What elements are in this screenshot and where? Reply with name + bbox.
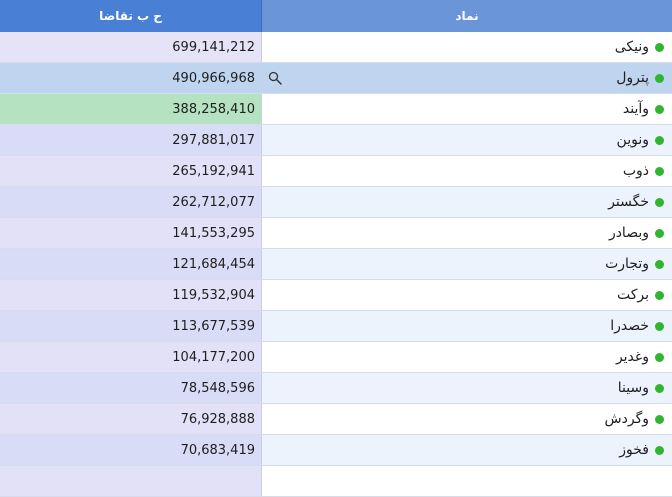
symbol-cell[interactable]: برکت <box>262 280 672 310</box>
symbol-label: پترول <box>616 70 649 86</box>
symbol-label: برکت <box>616 287 649 303</box>
symbol-label: وسینا <box>617 380 649 396</box>
data-table: ح ب تقاضا نماد 699,141,212 ونیکی 490,966… <box>0 0 672 497</box>
status-dot-icon <box>655 42 664 52</box>
symbol-cell[interactable]: خصدرا <box>262 311 672 341</box>
demand-value-cell: 265,192,941 <box>0 156 262 186</box>
symbol-cell[interactable]: وتجارت <box>262 249 672 279</box>
symbol-cell[interactable]: ذوب <box>262 156 672 186</box>
symbol-cell[interactable]: ونیکی <box>262 32 672 62</box>
symbol-cell[interactable]: وبصادر <box>262 218 672 248</box>
table-row[interactable]: 297,881,017 ونوین <box>0 125 672 156</box>
symbol-cell[interactable]: ونوین <box>262 125 672 155</box>
symbol-label: فخوز <box>619 442 649 458</box>
demand-value-cell: 70,683,419 <box>0 435 262 465</box>
table-row[interactable]: 113,677,539 خصدرا <box>0 311 672 342</box>
symbol-label: خصدرا <box>610 318 649 334</box>
table-row[interactable]: 121,684,454 وتجارت <box>0 249 672 280</box>
demand-value-cell: 490,966,968 <box>0 63 262 93</box>
status-dot-icon <box>655 414 664 424</box>
demand-value-cell: 113,677,539 <box>0 311 262 341</box>
demand-value-cell: 388,258,410 <box>0 94 262 124</box>
status-dot-icon <box>655 259 664 269</box>
demand-value-cell: 119,532,904 <box>0 280 262 310</box>
demand-value-cell: 104,177,200 <box>0 342 262 372</box>
table-row[interactable] <box>0 466 672 497</box>
column-header-symbol[interactable]: نماد <box>262 0 672 32</box>
table-body: 699,141,212 ونیکی 490,966,968 پترول 388,… <box>0 32 672 497</box>
symbol-label: ونوین <box>616 132 649 148</box>
symbol-cell[interactable]: وآیند <box>262 94 672 124</box>
symbol-label: وبصادر <box>608 225 649 241</box>
status-dot-icon <box>655 135 664 145</box>
table-row[interactable]: 265,192,941 ذوب <box>0 156 672 187</box>
table-header: ح ب تقاضا نماد <box>0 0 672 32</box>
symbol-label: وآیند <box>622 101 649 117</box>
symbol-label: وغدیر <box>615 349 649 365</box>
demand-value-cell: 121,684,454 <box>0 249 262 279</box>
status-dot-icon <box>655 290 664 300</box>
search-icon[interactable] <box>268 71 282 85</box>
table-row[interactable]: 104,177,200 وغدیر <box>0 342 672 373</box>
symbol-cell[interactable]: پترول <box>262 63 672 93</box>
symbol-label: خگستر <box>608 194 649 210</box>
table-row[interactable]: 388,258,410 وآیند <box>0 94 672 125</box>
demand-value-cell: 141,553,295 <box>0 218 262 248</box>
table-row[interactable]: 141,553,295 وبصادر <box>0 218 672 249</box>
symbol-label: ونیکی <box>614 39 649 55</box>
symbol-cell[interactable]: وغدیر <box>262 342 672 372</box>
symbol-cell[interactable]: خگستر <box>262 187 672 217</box>
status-dot-icon <box>655 73 664 83</box>
table-row[interactable]: 119,532,904 برکت <box>0 280 672 311</box>
demand-value-cell: 262,712,077 <box>0 187 262 217</box>
table-row[interactable]: 76,928,888 وگردش <box>0 404 672 435</box>
status-dot-icon <box>655 352 664 362</box>
demand-value-cell: 297,881,017 <box>0 125 262 155</box>
table-row[interactable]: 262,712,077 خگستر <box>0 187 672 218</box>
table-row[interactable]: 70,683,419 فخوز <box>0 435 672 466</box>
symbol-label: وتجارت <box>605 256 649 272</box>
demand-value-cell <box>0 466 262 496</box>
demand-value-cell: 76,928,888 <box>0 404 262 434</box>
symbol-cell[interactable]: وسینا <box>262 373 672 403</box>
status-dot-icon <box>655 228 664 238</box>
symbol-cell[interactable]: فخوز <box>262 435 672 465</box>
symbol-label: ذوب <box>622 163 649 179</box>
table-row[interactable]: 490,966,968 پترول <box>0 63 672 94</box>
status-dot-icon <box>655 383 664 393</box>
demand-value-cell: 699,141,212 <box>0 32 262 62</box>
column-header-demand-value[interactable]: ح ب تقاضا <box>0 0 262 32</box>
symbol-cell[interactable] <box>262 466 672 496</box>
status-dot-icon <box>655 166 664 176</box>
status-dot-icon <box>655 445 664 455</box>
symbol-label: وگردش <box>604 411 649 427</box>
status-dot-icon <box>655 104 664 114</box>
table-row[interactable]: 78,548,596 وسینا <box>0 373 672 404</box>
demand-value-cell: 78,548,596 <box>0 373 262 403</box>
table-row[interactable]: 699,141,212 ونیکی <box>0 32 672 63</box>
status-dot-icon <box>655 321 664 331</box>
symbol-cell[interactable]: وگردش <box>262 404 672 434</box>
status-dot-icon <box>655 197 664 207</box>
